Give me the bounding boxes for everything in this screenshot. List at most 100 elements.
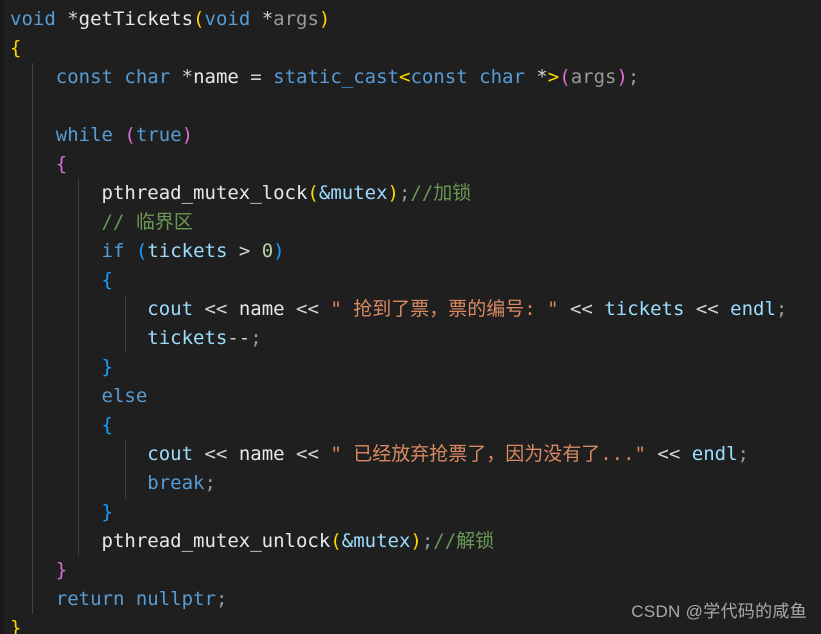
code-token: true <box>135 124 182 146</box>
code-editor[interactable]: void *getTickets(void *args) { const char… <box>0 0 821 634</box>
code-line[interactable]: // 临界区 <box>0 208 821 237</box>
code-token: const <box>55 66 113 88</box>
code-token: * <box>524 66 548 88</box>
code-token: name <box>238 298 285 320</box>
code-token: void <box>10 8 56 30</box>
code-line[interactable]: { <box>0 411 821 440</box>
indent-guide <box>78 382 79 411</box>
code-token: << <box>684 298 731 320</box>
code-token: ( <box>124 124 136 146</box>
indent-guide <box>32 498 33 527</box>
indent-guide <box>32 92 33 121</box>
code-token: while <box>55 124 113 146</box>
code-line[interactable]: pthread_mutex_unlock(&mutex);//解锁 <box>0 527 821 556</box>
indent-guide <box>32 324 33 353</box>
code-line[interactable]: pthread_mutex_lock(&mutex);//加锁 <box>0 179 821 208</box>
indent-guide <box>125 440 126 469</box>
code-content[interactable]: void *getTickets(void *args) { const char… <box>0 5 821 634</box>
code-line[interactable]: } <box>0 498 821 527</box>
code-line[interactable]: } <box>0 556 821 585</box>
code-token: endl <box>730 298 776 320</box>
code-token: " 抢到了票，票的编号: " <box>330 298 559 320</box>
code-token: name <box>238 443 285 465</box>
indent-guide <box>125 469 126 498</box>
code-token: cout <box>147 298 194 320</box>
code-token: << <box>193 298 239 320</box>
code-token: { <box>101 269 113 291</box>
code-token: > <box>227 240 262 262</box>
code-token: static_cast <box>273 66 400 88</box>
code-token: { <box>10 37 22 59</box>
indent-guide <box>32 353 33 382</box>
code-token: << <box>645 443 692 465</box>
code-token: = <box>238 66 274 88</box>
code-token: cout <box>147 443 194 465</box>
code-line[interactable]: cout << name << " 已经放弃抢票了，因为没有了..." << e… <box>0 440 821 469</box>
code-line[interactable]: tickets--; <box>0 324 821 353</box>
code-token: } <box>101 356 113 378</box>
code-token: args <box>273 8 319 30</box>
indent-guide <box>32 266 33 295</box>
code-token: << <box>193 443 239 465</box>
indent-guide <box>78 179 79 208</box>
code-token: nullptr <box>135 588 216 610</box>
code-line[interactable]: void *getTickets(void *args) <box>0 5 821 34</box>
code-token: ( <box>135 240 148 262</box>
code-line[interactable]: break; <box>0 469 821 498</box>
code-token: { <box>55 153 68 175</box>
indent-guide <box>78 266 79 295</box>
code-line[interactable]: const char *name = static_cast<const cha… <box>0 63 821 92</box>
code-line[interactable]: { <box>0 150 821 179</box>
code-token: // 临界区 <box>101 211 193 233</box>
code-token: * <box>170 66 194 88</box>
code-line[interactable]: if (tickets > 0) <box>0 237 821 266</box>
code-token: ) <box>181 124 194 146</box>
indent-guide <box>78 498 79 527</box>
code-token: name <box>193 66 239 88</box>
indent-guide <box>78 527 79 556</box>
indent-guide <box>32 411 33 440</box>
indent-guide <box>32 295 33 324</box>
code-token: tickets <box>147 240 228 262</box>
code-token: void <box>204 8 251 30</box>
indent-guide <box>32 556 33 585</box>
code-line[interactable]: } <box>0 353 821 382</box>
indent-guide <box>78 237 79 266</box>
code-line[interactable]: cout << name << " 抢到了票，票的编号: " << ticket… <box>0 295 821 324</box>
code-line[interactable]: while (true) <box>0 121 821 150</box>
code-token: ) <box>410 530 422 552</box>
indent-guide <box>78 208 79 237</box>
code-line[interactable]: { <box>0 34 821 63</box>
code-token: args <box>570 66 617 88</box>
code-token: { <box>101 414 113 436</box>
code-token: << <box>558 298 605 320</box>
code-token: ; <box>250 327 262 349</box>
code-token: ; <box>737 443 749 465</box>
csdn-watermark: CSDN @学代码的咸鱼 <box>631 602 807 621</box>
code-token: if <box>101 240 125 262</box>
indent-guide <box>32 440 33 469</box>
code-token: ) <box>387 182 399 204</box>
code-token: ; <box>775 298 788 320</box>
code-token: ( <box>193 8 205 30</box>
code-token: } <box>55 559 68 581</box>
code-line[interactable] <box>0 92 821 121</box>
code-token: ; <box>627 66 640 88</box>
indent-guide <box>32 469 33 498</box>
code-token: break <box>147 472 205 494</box>
code-token: tickets <box>147 327 228 349</box>
code-token: tickets <box>604 298 685 320</box>
code-line[interactable]: else <box>0 382 821 411</box>
code-token: << <box>284 298 331 320</box>
code-token: char <box>479 66 525 88</box>
code-token: pthread_mutex_lock <box>101 182 308 204</box>
code-token: endl <box>691 443 738 465</box>
code-line[interactable]: { <box>0 266 821 295</box>
